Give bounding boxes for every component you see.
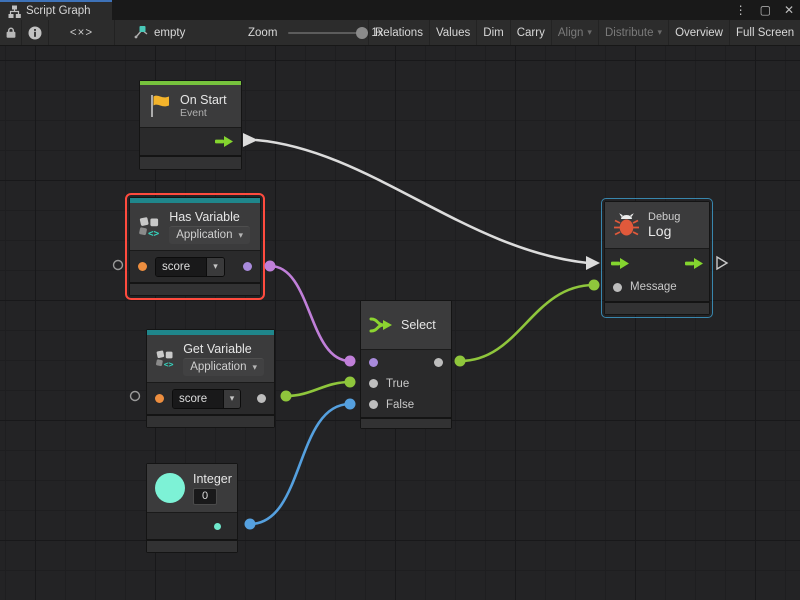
node-has-variable[interactable]: <> Has Variable Application ▾ ▾	[129, 197, 261, 296]
variables-icon: <>	[138, 212, 161, 242]
chevron-down-icon: ▾	[658, 27, 663, 38]
node-header[interactable]: <> Get Variable Application ▾	[147, 335, 274, 382]
overview-button[interactable]: Overview	[668, 20, 729, 45]
node-header[interactable]: Select	[361, 301, 451, 349]
svg-text:<>: <>	[148, 228, 160, 239]
info-icon	[28, 26, 42, 40]
port-label-true: True	[386, 378, 409, 390]
variable-name-field[interactable]: ▾	[172, 389, 241, 409]
chevron-down-icon: ▾	[587, 27, 592, 38]
zoom-slider-handle[interactable]	[356, 27, 368, 39]
close-icon[interactable]: ✕	[784, 3, 794, 17]
selection-status: empty	[132, 20, 185, 45]
node-category: Debug	[648, 211, 680, 223]
graph-icon	[8, 5, 21, 18]
node-on-start[interactable]: On Start Event	[139, 80, 242, 170]
tab-title: Script Graph	[26, 5, 91, 17]
align-button[interactable]: Align▾	[551, 20, 598, 45]
variable-picker-button[interactable]: ▾	[206, 258, 224, 276]
name-input-port[interactable]	[138, 262, 147, 271]
values-button[interactable]: Values	[429, 20, 476, 45]
name-input-port[interactable]	[155, 394, 164, 403]
node-footer	[147, 416, 274, 427]
flow-output-port[interactable]	[215, 136, 233, 147]
integer-literal-icon	[155, 473, 185, 503]
chevron-down-icon: ▾	[252, 362, 257, 373]
flow-output-port[interactable]	[685, 258, 703, 269]
node-footer	[361, 419, 451, 428]
scope-dropdown[interactable]: Application ▾	[183, 358, 264, 376]
node-header[interactable]: On Start Event	[140, 85, 241, 127]
angle-brackets-button[interactable]: <×>	[49, 20, 115, 45]
node-header[interactable]: <> Has Variable Application ▾	[130, 203, 260, 250]
selection-output-port[interactable]	[434, 358, 443, 367]
node-title: Select	[401, 318, 436, 332]
node-get-variable[interactable]: <> Get Variable Application ▾ ▾	[146, 329, 275, 428]
full-screen-button[interactable]: Full Screen	[729, 20, 800, 45]
bug-icon	[613, 212, 640, 238]
value-output-port[interactable]	[214, 523, 221, 530]
toolbar-buttons: Relations Values Dim Carry Align▾ Distri…	[368, 20, 800, 45]
node-title: Has Variable	[169, 210, 250, 224]
zoom-slider[interactable]	[288, 32, 366, 34]
node-title: Integer	[193, 472, 232, 486]
variable-name-input[interactable]	[173, 390, 223, 408]
tab-bar: Script Graph ⋮ ▢ ✕	[0, 0, 800, 20]
lock-button[interactable]	[0, 20, 22, 45]
window-controls: ⋮ ▢ ✕	[735, 0, 794, 20]
chevron-down-icon: ▾	[230, 393, 235, 404]
tab-script-graph[interactable]: Script Graph	[0, 0, 112, 20]
distribute-button[interactable]: Distribute▾	[598, 20, 668, 45]
lock-icon	[5, 26, 17, 39]
node-title: Log	[648, 223, 680, 239]
node-integer[interactable]: Integer	[146, 463, 238, 553]
flow-input-port[interactable]	[611, 258, 629, 269]
message-input-port[interactable]	[613, 283, 622, 292]
more-icon[interactable]: ⋮	[735, 3, 747, 17]
zoom-label: Zoom	[248, 27, 277, 39]
carry-button[interactable]: Carry	[510, 20, 551, 45]
svg-text:<>: <>	[164, 359, 174, 369]
node-select[interactable]: Select True False	[360, 300, 452, 429]
node-footer	[140, 157, 241, 169]
bool-output-port[interactable]	[243, 262, 252, 271]
flag-icon	[148, 93, 172, 119]
node-footer	[147, 541, 237, 552]
variable-name-field[interactable]: ▾	[155, 257, 225, 277]
chevron-down-icon: ▾	[213, 261, 218, 272]
selection-cursor-icon	[132, 25, 149, 40]
integer-value-input[interactable]	[193, 488, 217, 505]
zoom-control: Zoom 1x	[248, 20, 384, 45]
chevron-down-icon: ▾	[238, 230, 243, 241]
node-footer	[130, 284, 260, 295]
value-output-port[interactable]	[257, 394, 266, 403]
graph-toolbar: <×> empty Zoom 1x Relations Values Dim C…	[0, 20, 800, 46]
variable-name-input[interactable]	[156, 258, 206, 276]
node-header[interactable]: Debug Log	[605, 202, 709, 248]
node-title: On Start	[180, 93, 227, 107]
port-label-false: False	[386, 399, 414, 411]
true-input-port[interactable]	[369, 379, 378, 388]
script-graph-window: Script Graph ⋮ ▢ ✕ <×>	[0, 0, 800, 600]
node-subtitle: Event	[180, 107, 227, 119]
node-footer	[605, 303, 709, 314]
variables-icon: <>	[155, 344, 175, 374]
relations-button[interactable]: Relations	[368, 20, 429, 45]
angle-brackets-icon: <×>	[70, 27, 93, 39]
info-button[interactable]	[22, 20, 49, 45]
false-input-port[interactable]	[369, 400, 378, 409]
dim-button[interactable]: Dim	[476, 20, 509, 45]
node-header[interactable]: Integer	[147, 464, 237, 512]
variable-picker-button[interactable]: ▾	[223, 390, 240, 408]
maximize-icon[interactable]: ▢	[760, 3, 771, 17]
node-debug-log[interactable]: Debug Log Message	[604, 201, 710, 315]
port-label-message: Message	[630, 281, 677, 293]
select-merge-icon	[369, 316, 393, 334]
node-title: Get Variable	[183, 342, 264, 356]
selection-label: empty	[154, 27, 185, 39]
condition-input-port[interactable]	[369, 358, 378, 367]
scope-dropdown[interactable]: Application ▾	[169, 226, 250, 244]
